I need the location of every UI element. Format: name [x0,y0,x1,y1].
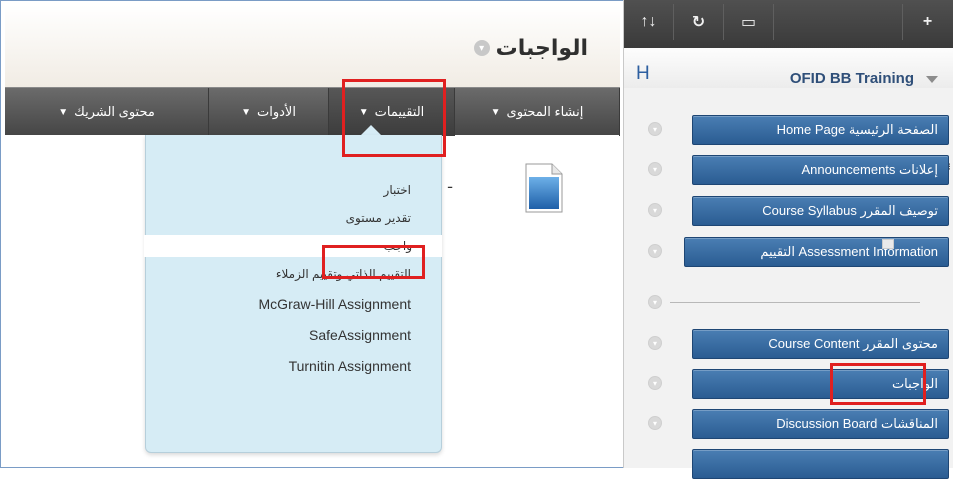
dropdown-item-safeassignment[interactable]: SafeAssignment [152,324,433,346]
item-options-icon[interactable]: ▾ [648,295,662,309]
chevron-down-icon: ▼ [241,106,251,118]
item-options-icon[interactable]: ▾ [648,336,662,350]
page-title: الواجبات ▾ [473,35,588,61]
menu-course-content[interactable]: Course Content محتوى المقرر [692,329,949,359]
dropdown-item-survey[interactable]: تقدير مستوى [152,207,433,229]
content-item-fragment: ـ [448,175,453,191]
course-title[interactable]: OFID BB Training [790,70,914,87]
menu-next-item[interactable] [692,449,949,479]
course-menu-row: ▾ الواجبات [624,366,953,406]
menu-home-page-label: Home Page الصفحة الرئيسية [776,122,938,137]
refresh-icon[interactable]: ↻ [674,4,724,40]
menu-assignments[interactable]: الواجبات [692,369,949,399]
menu-course-syllabus[interactable]: Course Syllabus توصيف المقرر [692,196,949,226]
item-options-icon[interactable]: ▾ [648,376,662,390]
course-menu-row: ▾ Course Syllabus توصيف المقرر [624,193,953,233]
title-options-icon[interactable]: ▾ [473,40,490,56]
menu-discussion-board-label: Discussion Board المناقشات [776,416,938,431]
menu-discussion-board[interactable]: Discussion Board المناقشات [692,409,949,439]
dropdown-pointer [361,125,381,135]
chevron-down-icon: ▼ [358,106,369,118]
menu-partner-content[interactable]: محتوى الشريك ▼ [5,88,209,136]
menu-assessment-information-label: التقييم Assessment Information [760,244,938,259]
display-icon[interactable]: ▭ [724,4,774,40]
menu-announcements[interactable]: Announcements إعلانات [692,155,949,185]
menu-tools[interactable]: الأدوات ▼ [209,88,329,136]
menu-build-content-label: إنشاء المحتوى [506,104,584,119]
menu-assignments-label: الواجبات [891,376,938,391]
main-content: الواجبات ▾ إنشاء المحتوى ▼ التقييمات ▼ ا… [5,5,620,465]
sort-icon[interactable]: ↑↓ [624,4,674,40]
course-dropdown-icon[interactable] [926,76,938,83]
chevron-down-icon: ▼ [490,106,501,118]
menu-assessment-information[interactable]: التقييم Assessment Information [684,237,949,267]
page-title-text: الواجبات [495,35,588,60]
item-options-icon[interactable]: ▾ [648,162,662,176]
calendar-icon [882,239,894,249]
dropdown-item-self-peer-assessment[interactable]: التقييم الذاتي وتقييم الزملاء [152,263,433,285]
menu-assessments-label: التقييمات [374,104,425,119]
add-menu-item-icon[interactable]: + [902,4,952,40]
menu-announcements-label: Announcements إعلانات [801,162,938,177]
dropdown-item-test[interactable]: اختبار [152,179,433,201]
menu-home-page[interactable]: Home Page الصفحة الرئيسية [692,115,949,145]
item-options-icon[interactable]: ▾ [648,416,662,430]
course-menu: ↑↓ ↻ ▭ + H OFID BB Training ▾ Home Page … [623,0,953,479]
h-label: H [636,63,650,84]
resize-handle-icon[interactable]: ⁝ [948,162,951,173]
menu-divider [670,302,920,303]
dropdown-item-assignment[interactable]: واجب [144,235,442,257]
menu-partner-content-label: محتوى الشريك [74,104,155,119]
item-options-icon[interactable]: ▾ [648,244,662,258]
course-menu-row: ▾ التقييم Assessment Information [624,234,953,274]
menu-course-content-label: Course Content محتوى المقرر [768,336,938,351]
menu-tools-label: الأدوات [256,104,296,119]
document-icon[interactable] [525,163,563,213]
course-menu-row [624,446,953,486]
course-menu-row: ▾ Home Page الصفحة الرئيسية [624,112,953,152]
chevron-down-icon: ▼ [58,106,69,118]
page-header: الواجبات ▾ [5,5,620,87]
course-header: H OFID BB Training [624,48,953,88]
assessments-dropdown: اختبار تقدير مستوى واجب التقييم الذاتي و… [144,135,442,453]
dropdown-item-mcgraw-hill[interactable]: McGraw-Hill Assignment [152,293,433,315]
dropdown-item-turnitin[interactable]: Turnitin Assignment [152,355,433,377]
menu-assessments[interactable]: التقييمات ▼ [329,88,455,136]
course-menu-divider-row: ▾ [624,285,953,325]
item-options-icon[interactable]: ▾ [648,203,662,217]
menu-course-syllabus-label: Course Syllabus توصيف المقرر [762,203,938,218]
item-options-icon[interactable]: ▾ [648,122,662,136]
course-menu-row: ▾ Course Content محتوى المقرر [624,326,953,366]
course-menu-row: ▾ Announcements إعلانات [624,152,953,192]
menu-build-content[interactable]: إنشاء المحتوى ▼ [455,88,620,136]
course-menu-row: ▾ Discussion Board المناقشات [624,406,953,446]
course-menu-toolbar: ↑↓ ↻ ▭ + [624,0,953,48]
action-bar: إنشاء المحتوى ▼ التقييمات ▼ الأدوات ▼ مح… [5,87,620,136]
